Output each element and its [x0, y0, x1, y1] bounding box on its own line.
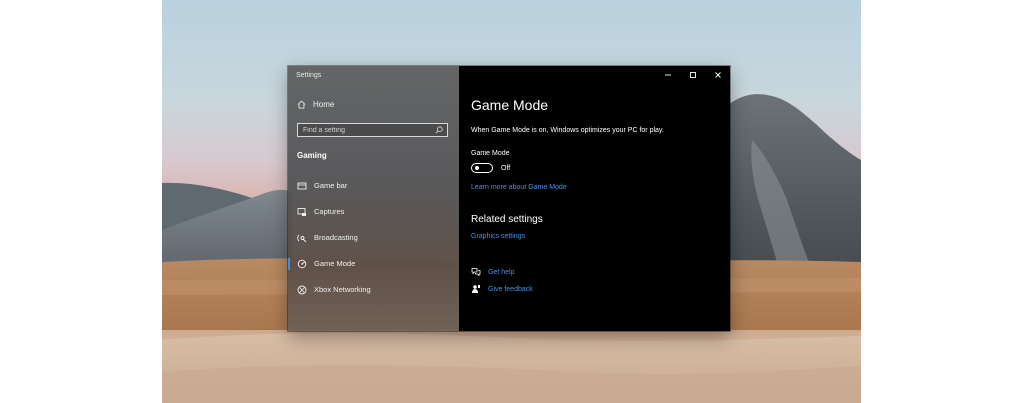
search-box [297, 123, 448, 137]
give-feedback-link[interactable]: Give feedback [488, 286, 533, 293]
sidebar-item-broadcasting[interactable]: Broadcasting [288, 229, 459, 247]
game-bar-icon [297, 182, 307, 190]
sidebar-item-game-mode[interactable]: Game Mode [288, 255, 459, 273]
maximize-icon[interactable] [686, 70, 700, 80]
sidebar-item-captures[interactable]: Captures [288, 203, 459, 221]
sidebar-item-game-bar[interactable]: Game bar [288, 177, 459, 195]
learn-more-link[interactable]: Learn more about Game Mode [471, 184, 567, 191]
search-input[interactable] [298, 124, 433, 136]
nav-home-label: Home [313, 100, 335, 109]
selection-indicator [288, 258, 290, 270]
close-icon[interactable] [711, 70, 725, 80]
toggle-state-text: Off [501, 165, 511, 172]
get-help-link[interactable]: Get help [488, 269, 514, 276]
graphics-settings-link[interactable]: Graphics settings [471, 233, 525, 240]
sidebar-item-label: Game bar [314, 181, 348, 190]
search-icon[interactable] [435, 126, 443, 134]
game-mode-icon [297, 259, 307, 269]
page-title: Game Mode [471, 97, 549, 113]
content-pane: Game Mode When Game Mode is on, Windows … [459, 66, 730, 331]
section-title: Gaming [297, 151, 327, 160]
get-help-row[interactable]: Get help [471, 267, 514, 277]
home-icon [297, 100, 306, 109]
get-help-icon [471, 268, 481, 277]
page-description: When Game Mode is on, Windows optimizes … [471, 127, 664, 134]
broadcasting-icon [297, 234, 307, 243]
nav-home[interactable]: Home [297, 100, 334, 109]
window-title: Settings [296, 72, 322, 79]
give-feedback-icon [472, 285, 480, 293]
xbox-icon [297, 285, 307, 295]
sidebar-item-xbox-networking[interactable]: Xbox Networking [288, 281, 459, 299]
give-feedback-row[interactable]: Give feedback [471, 284, 533, 294]
sidebar: Settings Home Gaming Game bar [288, 66, 459, 331]
game-mode-toggle[interactable] [471, 163, 493, 173]
toggle-knob [475, 166, 479, 170]
game-mode-toggle-label: Game Mode [471, 150, 510, 157]
captures-icon [297, 208, 306, 216]
sidebar-item-label: Xbox Networking [314, 285, 371, 294]
related-settings-heading: Related settings [471, 214, 543, 225]
sidebar-item-label: Game Mode [314, 259, 356, 268]
minimize-icon[interactable] [661, 70, 675, 80]
sidebar-item-label: Captures [314, 207, 345, 216]
settings-window: Settings Home Gaming Game bar [288, 66, 730, 331]
sidebar-item-label: Broadcasting [314, 233, 358, 242]
